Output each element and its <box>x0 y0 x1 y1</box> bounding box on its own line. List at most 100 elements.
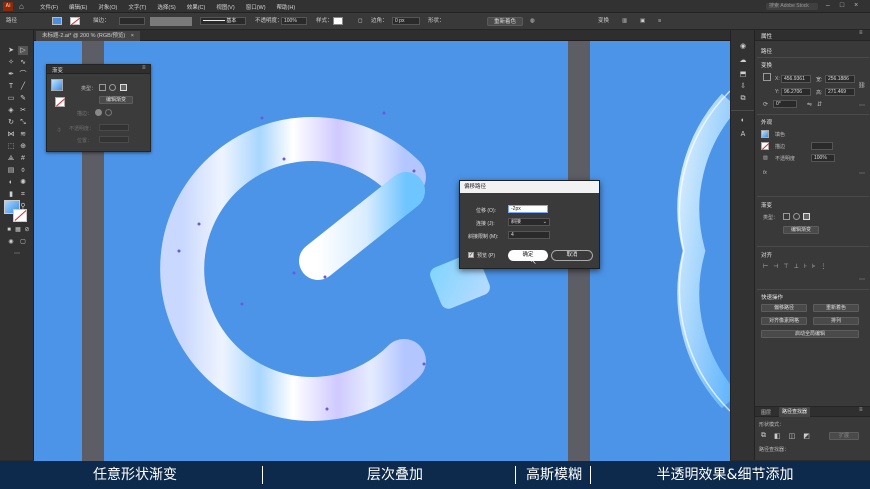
artboards-icon[interactable]: ⧉ <box>738 94 748 103</box>
scissors-icon[interactable]: ✂ <box>18 106 28 115</box>
arrange-button[interactable]: 排列 <box>813 317 859 325</box>
more-options-icon[interactable]: ⋯ <box>859 102 865 109</box>
graphic-style-swatch[interactable] <box>333 17 343 25</box>
x-input[interactable]: 456.9361 <box>781 75 811 83</box>
layers-icon[interactable]: ⬒ <box>738 70 748 79</box>
align-left-icon[interactable]: ⊢ <box>763 263 768 270</box>
line-tool-icon[interactable]: ╱ <box>18 82 28 91</box>
menu-file[interactable]: 文件(F) <box>40 3 58 11</box>
appearance-stroke-weight[interactable] <box>811 142 833 150</box>
gradient-position-field[interactable] <box>99 136 129 143</box>
selection-tool-icon[interactable]: ➤ <box>6 46 16 55</box>
align-hcenter-icon[interactable]: ⊣ <box>773 263 778 270</box>
linear-type-icon[interactable] <box>99 84 106 91</box>
stock-search-input[interactable]: 搜索 Adobe Stock <box>766 3 818 10</box>
panel-menu-icon[interactable]: ≡ <box>859 407 863 413</box>
curvature-tool-icon[interactable]: ⌒ <box>18 70 28 79</box>
align-right-icon[interactable]: ⊤ <box>783 263 788 270</box>
pencil-tool-icon[interactable]: ✎ <box>18 94 28 103</box>
opacity-field[interactable]: 100% <box>281 17 307 25</box>
grad-linear-icon[interactable] <box>783 213 790 220</box>
panel-menu-icon[interactable]: ≡ <box>142 65 146 71</box>
menu-help[interactable]: 帮助(H) <box>277 3 296 11</box>
document-tab[interactable]: 未标题-2.ai* @ 200 % (RGB/预览) × <box>36 31 140 41</box>
menu-type[interactable]: 文字(T) <box>128 3 146 11</box>
fx-icon[interactable]: fx <box>763 170 767 176</box>
blend-tool-icon[interactable]: ◐ <box>6 178 16 187</box>
w-input[interactable]: 256.1886 <box>825 75 855 83</box>
screen-mode-icon[interactable]: ▢ <box>18 238 28 247</box>
menu-edit[interactable]: 编辑(E) <box>69 3 87 11</box>
menu-view[interactable]: 视图(V) <box>216 3 234 11</box>
gradient-panel-header[interactable]: 渐变 ≡ <box>47 65 150 74</box>
link-icon[interactable]: ⛓ <box>858 82 866 89</box>
type-tool-icon[interactable]: T <box>6 82 16 91</box>
unite-icon[interactable]: ⧉ <box>761 432 766 440</box>
lasso-icon[interactable]: ∿ <box>18 58 28 67</box>
variable-width-profile[interactable] <box>150 17 192 26</box>
cancel-button[interactable]: 取消 <box>551 250 593 261</box>
brush-definition[interactable]: 基本 <box>200 17 246 25</box>
gradient-opacity-field[interactable] <box>99 124 129 131</box>
radial-type-icon[interactable] <box>109 84 116 91</box>
h-input[interactable]: 271.469 <box>825 88 855 96</box>
intersect-icon[interactable]: ◫ <box>789 432 796 440</box>
minimize-icon[interactable]: – <box>826 2 830 9</box>
stroke-weight-field[interactable] <box>119 17 145 25</box>
corner-field[interactable]: 0 px <box>392 17 420 25</box>
more-options-icon[interactable]: ⋯ <box>859 170 865 177</box>
flip-horizontal-icon[interactable]: ⇋ <box>807 101 812 108</box>
perspective-grid-icon[interactable]: ⟁ <box>6 154 16 163</box>
warp-tool-icon[interactable]: ≋ <box>18 130 28 139</box>
menu-window[interactable]: 窗口(W) <box>246 3 266 11</box>
free-transform-icon[interactable]: ⬚ <box>6 142 16 151</box>
recolor-button[interactable]: 重新着色 <box>487 17 523 26</box>
properties-edit-gradient-button[interactable]: 编辑渐变 <box>783 226 819 234</box>
more-options-icon[interactable]: ⋯ <box>859 276 865 283</box>
recolor-wheel-icon[interactable]: ◍ <box>530 17 535 26</box>
ok-button[interactable]: 确定 <box>508 250 548 261</box>
appearance-stroke-swatch[interactable] <box>761 142 770 150</box>
grad-freeform-icon[interactable] <box>803 213 810 220</box>
libraries-icon[interactable]: ☁ <box>738 56 748 65</box>
align-bottom-icon[interactable]: ⊧ <box>812 263 815 270</box>
minus-front-icon[interactable]: ◧ <box>774 432 781 440</box>
shape-builder-icon[interactable]: ⊕ <box>18 142 28 151</box>
appearance-fill-swatch[interactable] <box>761 130 769 138</box>
miter-input[interactable]: 4 <box>508 231 550 239</box>
stroke-option-b[interactable] <box>105 109 112 116</box>
close-icon[interactable]: × <box>854 2 858 9</box>
graph-tool-icon[interactable]: ▮ <box>6 190 16 199</box>
transform-label[interactable]: 变换 <box>598 17 609 26</box>
eyedropper-icon[interactable]: ⌽ <box>57 127 61 135</box>
gradient-tool-icon[interactable]: ▤ <box>6 166 16 175</box>
artboard-tool-icon[interactable]: ⌗ <box>18 190 28 199</box>
menu-effect[interactable]: 效果(C) <box>187 3 206 11</box>
magic-wand-icon[interactable]: ✧ <box>6 58 16 67</box>
isolate-icon[interactable]: ▣ <box>640 17 645 26</box>
preview-checkbox[interactable]: ✓ <box>468 252 474 258</box>
width-tool-icon[interactable]: ⋈ <box>6 130 16 139</box>
quick-recolor-button[interactable]: 重新着色 <box>813 304 859 312</box>
stroke-swatch[interactable] <box>70 17 81 26</box>
menu-object[interactable]: 对象(O) <box>98 3 117 11</box>
rotate-tool-icon[interactable]: ↻ <box>6 118 16 127</box>
asset-export-icon[interactable]: ⇩ <box>738 82 748 91</box>
character-icon[interactable]: A <box>738 130 748 139</box>
stroke-color-indicator[interactable] <box>13 209 27 222</box>
distribute-icon[interactable]: ⋮ <box>820 263 826 270</box>
mesh-tool-icon[interactable]: # <box>18 154 28 163</box>
none-mode-icon[interactable]: ⊘ <box>22 226 32 235</box>
menu-more-icon[interactable]: ≡ <box>658 17 661 26</box>
properties-panel-icon[interactable]: ◉ <box>738 42 748 51</box>
corner-icon[interactable]: ◻ <box>358 17 363 26</box>
pen-tool-icon[interactable]: ✒ <box>6 70 16 79</box>
offset-input[interactable]: -2px <box>508 205 548 213</box>
panel-menu-icon[interactable]: ≡ <box>859 30 863 36</box>
grad-radial-icon[interactable] <box>793 213 800 220</box>
align-top-icon[interactable]: ⊥ <box>794 263 799 270</box>
gradient-fill-swatch[interactable] <box>51 79 63 91</box>
direct-selection-tool-icon[interactable]: ▷ <box>18 46 28 55</box>
global-edit-button[interactable]: 启动全局编辑 <box>761 330 859 338</box>
expand-button[interactable]: 扩展 <box>829 432 859 440</box>
